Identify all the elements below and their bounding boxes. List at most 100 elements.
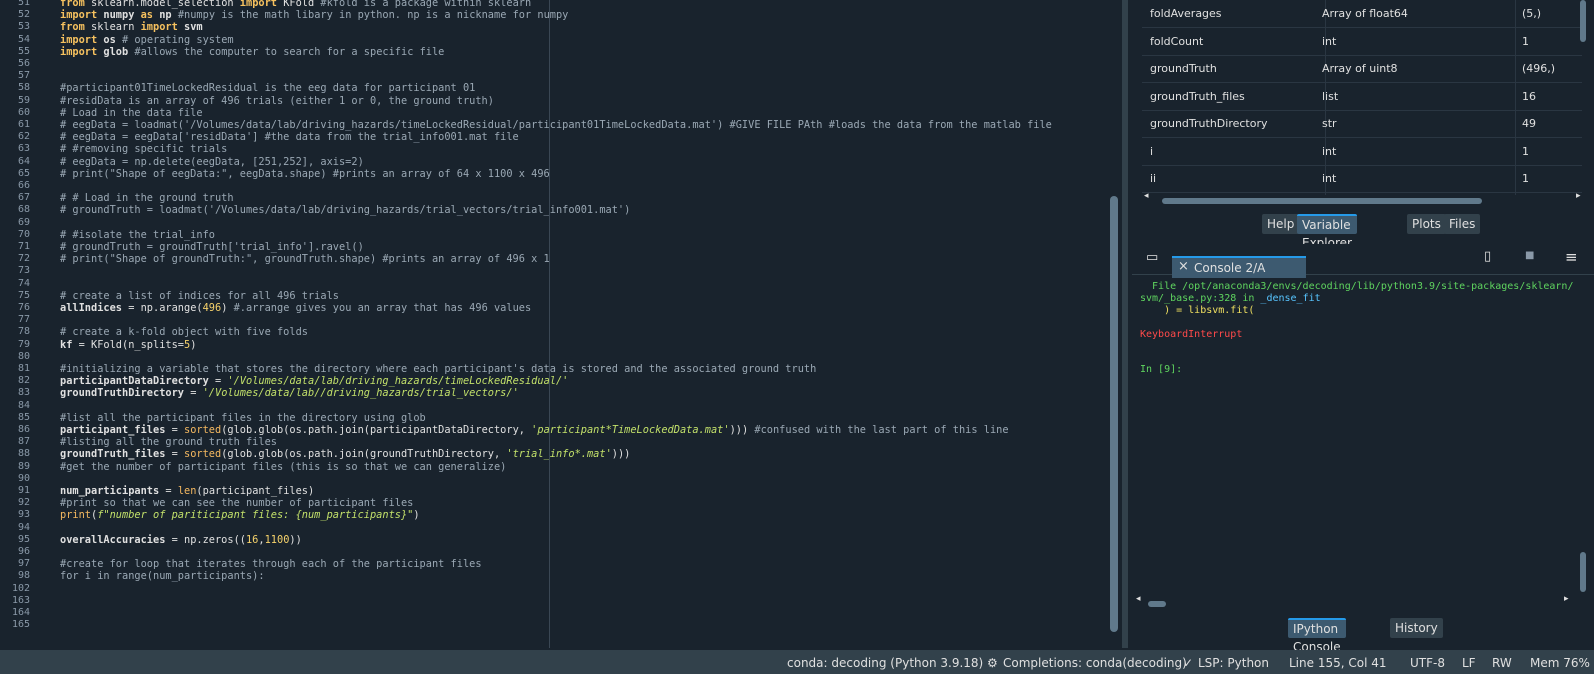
tab-files[interactable]: Files: [1444, 214, 1481, 234]
code-line[interactable]: print(f"number of pariticipant files: {n…: [60, 509, 420, 521]
code-line[interactable]: # Load in the data file: [60, 107, 203, 119]
scroll-left-icon[interactable]: ◂: [1136, 594, 1141, 604]
stop-icon[interactable]: ■: [1525, 250, 1534, 261]
variable-row[interactable]: groundTruth Array of uint8 (496,): [1142, 55, 1582, 83]
variable-row[interactable]: groundTruth_files list 16: [1142, 83, 1582, 111]
code-line[interactable]: groundTruth_files = sorted(glob.glob(os.…: [60, 448, 630, 460]
code-line[interactable]: # print("Shape of eegData:", eegData.sha…: [60, 168, 550, 180]
code-token: 496: [202, 302, 222, 314]
code-line[interactable]: #get the number of participant files (th…: [60, 461, 506, 473]
code-line[interactable]: # print("Shape of groundTruth:", groundT…: [60, 253, 550, 265]
vscroll-thumb[interactable]: [1580, 0, 1586, 42]
code-line[interactable]: kf = KFold(n_splits=5): [60, 339, 196, 351]
code-line[interactable]: #listing all the ground truth files: [60, 436, 277, 448]
code-line[interactable]: # eegData = loadmat('/Volumes/data/lab/d…: [60, 119, 1052, 131]
tab-variable-explorer[interactable]: Variable Explorer: [1297, 214, 1357, 250]
code-token: # Load in the data file: [60, 106, 203, 119]
code-line[interactable]: # #isolate the trial_info: [60, 229, 215, 241]
code-line[interactable]: import numpy as np #numpy is the math li…: [60, 9, 568, 21]
status-env[interactable]: conda: decoding (Python 3.9.18): [787, 656, 983, 670]
code-line[interactable]: # create a list of indices for all 496 t…: [60, 290, 339, 302]
status-completions[interactable]: Completions: conda(decoding): [1003, 656, 1187, 670]
window-icon[interactable]: ▭: [1146, 250, 1158, 265]
variable-name: groundTruth_files: [1150, 89, 1245, 103]
console-vscroll[interactable]: [1580, 540, 1588, 600]
line-number: 72: [17, 253, 30, 265]
code-line[interactable]: groundTruthDirectory = '/Volumes/data/la…: [60, 387, 519, 399]
code-line[interactable]: num_participants = len(participant_files…: [60, 485, 314, 497]
code-line[interactable]: #participant01TimeLockedResidual is the …: [60, 82, 475, 94]
tab-history[interactable]: History: [1390, 618, 1443, 638]
variable-row[interactable]: foldCount int 1: [1142, 28, 1582, 56]
hscroll-thumb[interactable]: [1162, 198, 1482, 204]
code-line[interactable]: # #removing specific trials: [60, 143, 227, 155]
code-line[interactable]: #print so that we can see the number of …: [60, 497, 413, 509]
code-line[interactable]: # groundTruth = loadmat('/Volumes/data/l…: [60, 204, 630, 216]
code-line[interactable]: overallAccuracies = np.zeros((16,1100)): [60, 534, 302, 546]
console-prompt[interactable]: In [9]:: [1140, 364, 1182, 376]
code-token: kf: [60, 338, 73, 351]
line-number: 75: [17, 289, 30, 301]
editor-scrollbar[interactable]: [1108, 0, 1120, 648]
variable-row[interactable]: i int 1: [1142, 138, 1582, 166]
code-token: import: [60, 45, 98, 58]
code-token: numpy: [103, 9, 135, 22]
code-token: 'trial_info*.mat': [506, 448, 612, 461]
vscroll-thumb[interactable]: [1580, 552, 1586, 592]
code-line[interactable]: for i in range(num_participants):: [60, 570, 265, 582]
code-line[interactable]: # groundTruth = groundTruth['trial_info'…: [60, 241, 364, 253]
scroll-left-icon[interactable]: ◂: [1144, 191, 1149, 201]
code-line[interactable]: # create a k-fold object with five folds: [60, 326, 308, 338]
code-token: as: [140, 9, 154, 22]
status-lsp[interactable]: LSP: Python: [1198, 656, 1269, 670]
variable-row[interactable]: groundTruthDirectory str 49: [1142, 110, 1582, 138]
tab-console-2a[interactable]: × Console 2/A: [1172, 256, 1306, 278]
variable-row[interactable]: foldAverages Array of float64 (5,): [1142, 0, 1582, 28]
line-number: 86: [17, 424, 30, 435]
code-line[interactable]: from sklearn import svm: [60, 21, 203, 33]
code-token: np: [159, 9, 172, 22]
code-line[interactable]: #residData is an array of 496 trials (ei…: [60, 95, 494, 107]
copy-icon[interactable]: ▯: [1484, 249, 1491, 264]
variable-size: 1: [1522, 172, 1529, 185]
code-line[interactable]: import os # operating system: [60, 34, 234, 46]
hscroll-thumb[interactable]: [1148, 601, 1166, 607]
code-line[interactable]: #list all the participant files in the d…: [60, 412, 426, 424]
code-line[interactable]: import glob #allows the computer to sear…: [60, 46, 444, 58]
code-line[interactable]: allIndices = np.arange(496) #.arrange gi…: [60, 302, 531, 314]
variable-table-hscroll[interactable]: ◂ ▸: [1144, 191, 1586, 206]
code-token: #kfold is a package within sklearn: [320, 0, 532, 9]
console-tab-label: Console 2/A: [1194, 261, 1266, 275]
tab-ipython-console[interactable]: IPython Console: [1288, 618, 1346, 654]
code-token: os: [103, 33, 116, 46]
code-editor[interactable]: 51 52 53 54 55 56 57 58 59 60 61 62 63 64 65 66 67 68 69 70…: [0, 0, 1100, 648]
code-line[interactable]: from sklearn.model_selection import KFol…: [60, 0, 531, 9]
code-line[interactable]: participant_files = sorted(glob.glob(os.…: [60, 424, 1009, 436]
code-line[interactable]: # eegData = np.delete(eegData, [251,252]…: [60, 156, 364, 168]
line-number: 74: [17, 277, 30, 289]
tab-plots[interactable]: Plots: [1407, 214, 1446, 234]
code-line[interactable]: # eegData = eegData['residData'] #the da…: [60, 131, 519, 143]
variable-name: foldCount: [1150, 34, 1204, 48]
code-line[interactable]: #create for loop that iterates through e…: [60, 558, 482, 570]
variable-name: ii: [1150, 172, 1157, 185]
line-number: 165: [11, 619, 30, 631]
menu-icon[interactable]: ≡: [1565, 248, 1578, 266]
code-token: #participant01TimeLockedResidual is the …: [60, 82, 476, 95]
code-line[interactable]: participantDataDirectory = '/Volumes/dat…: [60, 375, 568, 387]
pane-splitter[interactable]: [1122, 0, 1128, 648]
variable-table-vscroll[interactable]: [1578, 0, 1588, 195]
code-line[interactable]: # # Load in the ground truth: [60, 192, 234, 204]
traceback-line-code: ) = libsvm.fit(: [1140, 305, 1255, 316]
scroll-right-icon[interactable]: ▸: [1564, 594, 1569, 604]
code-token: groundTruth_files: [60, 448, 166, 461]
console-hscroll[interactable]: ◂ ▸: [1136, 594, 1569, 609]
variable-row[interactable]: ii int 1: [1142, 165, 1582, 193]
line-number: 91: [17, 485, 30, 496]
line-number: 78: [17, 326, 30, 338]
close-icon[interactable]: ×: [1178, 257, 1189, 277]
code-line[interactable]: #initializing a variable that stores the…: [60, 363, 816, 375]
tab-help[interactable]: Help: [1262, 214, 1300, 234]
line-number: 83: [17, 387, 30, 399]
editor-scrollbar-thumb[interactable]: [1110, 196, 1118, 632]
